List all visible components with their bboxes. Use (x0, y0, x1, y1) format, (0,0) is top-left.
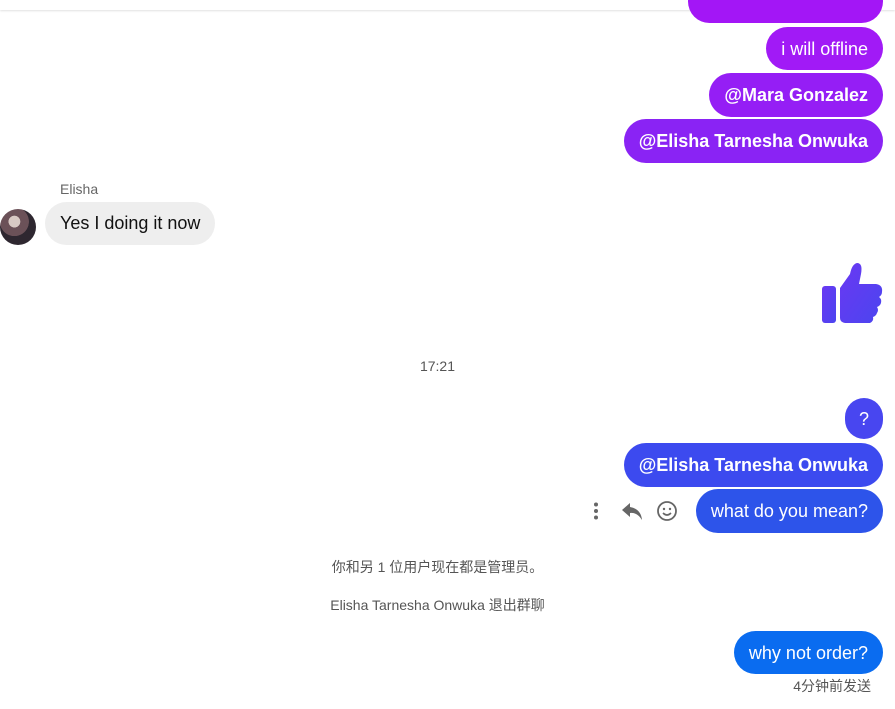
avatar[interactable] (0, 209, 36, 245)
mention-message-bubble[interactable]: @Elisha Tarnesha Onwuka (623, 119, 883, 163)
message-bubble[interactable]: i will offline (766, 27, 883, 70)
sender-name: Elisha (60, 181, 99, 197)
system-message: Elisha Tarnesha Onwuka 退出群聊 (330, 597, 545, 613)
more-options-icon[interactable] (582, 497, 610, 525)
message-actions (582, 497, 682, 525)
message-bubble[interactable]: what do you mean? (695, 489, 883, 533)
thumbs-up-icon[interactable] (821, 262, 883, 324)
mention-message-bubble[interactable]: @Elisha Tarnesha Onwuka (623, 443, 883, 487)
sent-status: 4分钟前发送 (793, 678, 871, 694)
emoji-icon[interactable] (653, 497, 681, 525)
system-message: 你和另 1 位用户现在都是管理员。 (331, 559, 544, 575)
message-bubble-clipped[interactable] (688, 0, 883, 23)
incoming-message-bubble[interactable]: Yes I doing it now (45, 202, 216, 245)
mention-message-bubble[interactable]: @Mara Gonzalez (709, 73, 883, 117)
message-bubble[interactable]: ? (845, 398, 883, 439)
message-bubble[interactable]: why not order? (733, 631, 883, 674)
reply-icon[interactable] (618, 497, 646, 525)
timestamp: 17:21 (419, 358, 456, 374)
